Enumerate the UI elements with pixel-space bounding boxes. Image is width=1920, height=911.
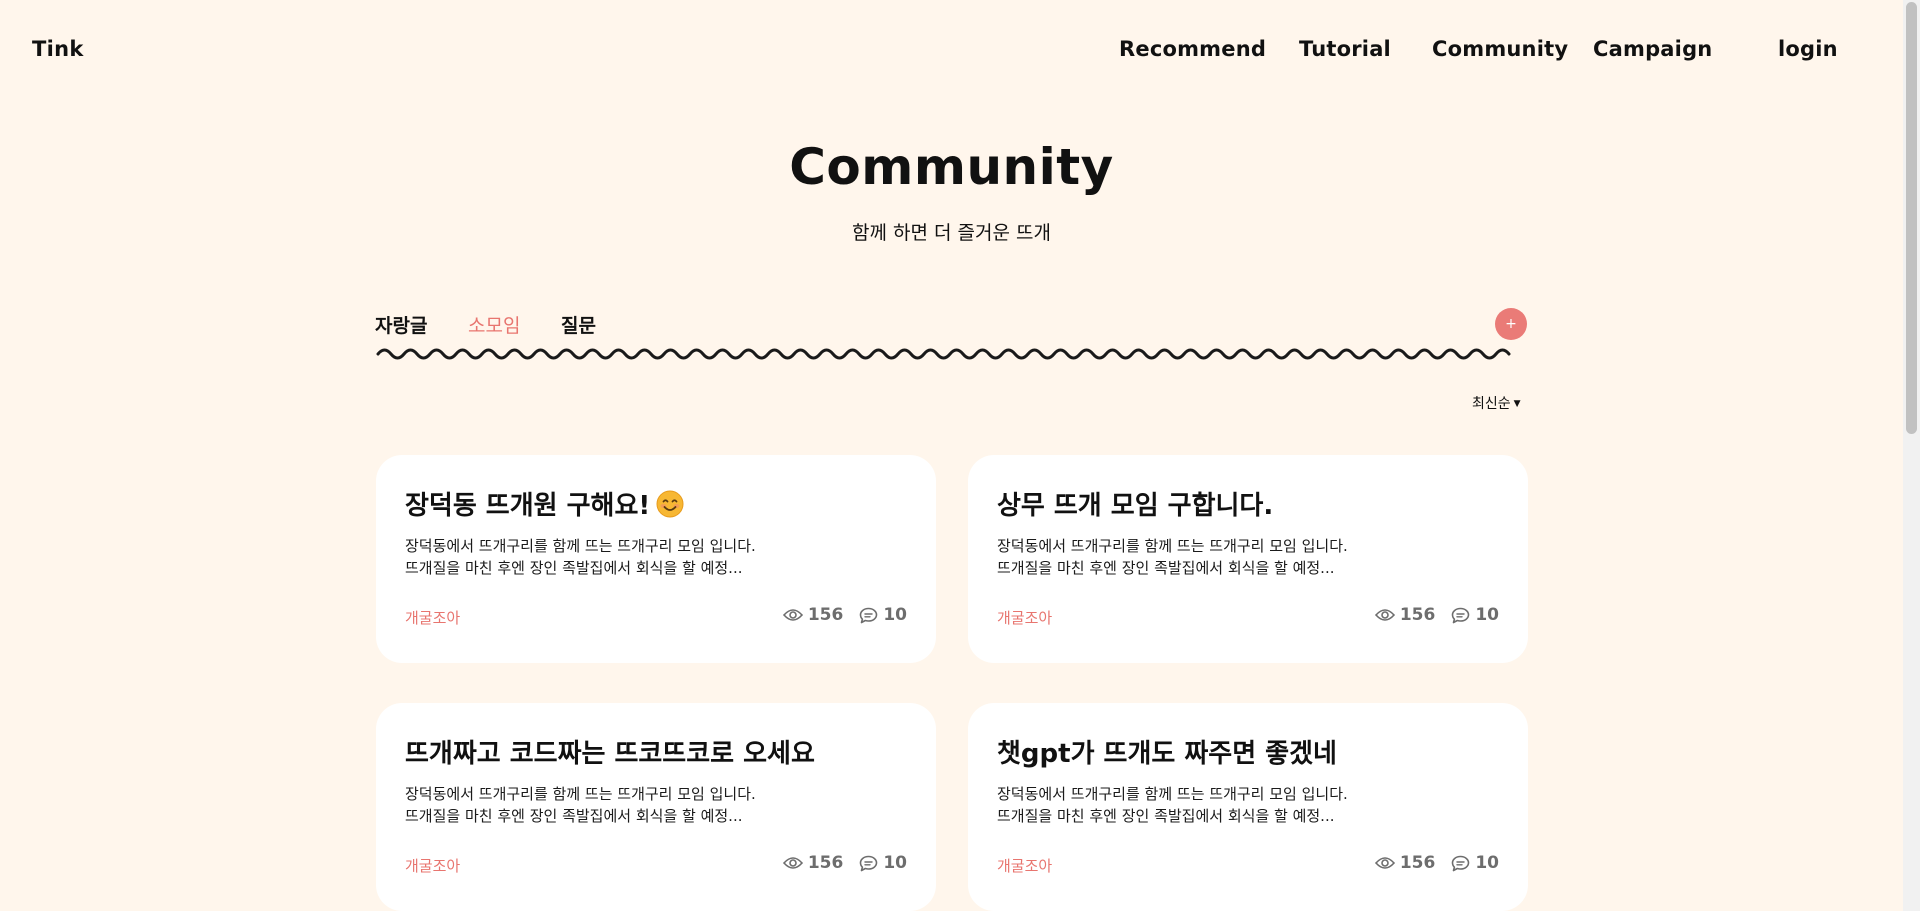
tab-showoff[interactable]: 자랑글 (375, 311, 427, 338)
wavy-divider (376, 348, 1511, 360)
comment-count: 10 (859, 853, 907, 873)
view-count-value: 156 (807, 605, 844, 625)
comment-count-value: 10 (1475, 853, 1499, 873)
post-excerpt: 장덕동에서 뜨개구리를 함께 뜨는 뜨개구리 모임 입니다. 뜨개질을 마친 후… (405, 783, 756, 827)
comment-count-value: 10 (1475, 605, 1499, 625)
post-excerpt-line: 뜨개질을 마친 후엔 장인 족발집에서 회식을 할 예정... (405, 559, 743, 577)
post-excerpt-line: 뜨개질을 마친 후엔 장인 족발집에서 회식을 할 예정... (997, 559, 1335, 577)
nav-login[interactable]: login (1778, 37, 1838, 61)
page-title: Community (789, 138, 1114, 196)
post-title-text: 장덕동 뜨개원 구해요! (405, 491, 651, 521)
post-title: 장덕동 뜨개원 구해요! (405, 485, 684, 522)
post-card[interactable]: 상무 뜨개 모임 구합니다. 장덕동에서 뜨개구리를 함께 뜨는 뜨개구리 모임… (968, 455, 1528, 663)
view-count: 156 (1374, 853, 1436, 873)
post-excerpt: 장덕동에서 뜨개구리를 함께 뜨는 뜨개구리 모임 입니다. 뜨개질을 마친 후… (405, 535, 756, 579)
comment-count: 10 (1451, 853, 1499, 873)
eye-icon (1374, 609, 1395, 621)
caret-down-icon: ▼ (1513, 399, 1521, 409)
header: Tink Recommend Tutorial Community Campai… (0, 0, 1903, 100)
post-title: 챗gpt가 뜨개도 짜주면 좋겠네 (997, 739, 1337, 769)
post-stats: 156 10 (782, 605, 907, 625)
view-count: 156 (782, 853, 844, 873)
post-stats: 156 10 (1374, 605, 1499, 625)
eye-icon (782, 609, 803, 621)
tab-question[interactable]: 질문 (561, 311, 596, 338)
tab-meetup[interactable]: 소모임 (468, 311, 520, 338)
post-title: 상무 뜨개 모임 구합니다. (997, 491, 1274, 521)
post-stats: 156 10 (1374, 853, 1499, 873)
post-card[interactable]: 뜨개짜고 코드짜는 뜨코뜨코로 오세요 장덕동에서 뜨개구리를 함께 뜨는 뜨개… (376, 703, 936, 911)
post-excerpt-line: 뜨개질을 마친 후엔 장인 족발집에서 회식을 할 예정... (405, 807, 743, 825)
post-excerpt: 장덕동에서 뜨개구리를 함께 뜨는 뜨개구리 모임 입니다. 뜨개질을 마친 후… (997, 535, 1348, 579)
post-excerpt-line: 장덕동에서 뜨개구리를 함께 뜨는 뜨개구리 모임 입니다. (997, 537, 1348, 555)
post-author[interactable]: 개굴조아 (405, 855, 460, 876)
post-title: 뜨개짜고 코드짜는 뜨코뜨코로 오세요 (405, 739, 815, 769)
smiling-face-icon (656, 490, 684, 518)
view-count: 156 (1374, 605, 1436, 625)
page: Tink Recommend Tutorial Community Campai… (0, 0, 1903, 911)
vertical-scrollbar[interactable] (1903, 0, 1920, 911)
scrollbar-thumb[interactable] (1906, 2, 1917, 434)
post-author[interactable]: 개굴조아 (997, 855, 1052, 876)
post-author[interactable]: 개굴조아 (405, 607, 460, 628)
nav-tutorial[interactable]: Tutorial (1299, 37, 1391, 61)
page-subtitle: 함께 하면 더 즐거운 뜨개 (852, 222, 1051, 244)
post-card[interactable]: 장덕동 뜨개원 구해요! 장덕동에서 뜨개구리를 함께 뜨는 뜨개구리 모임 입… (376, 455, 936, 663)
sort-dropdown[interactable]: 최신순 ▼ (1472, 393, 1521, 413)
nav-recommend[interactable]: Recommend (1119, 37, 1266, 61)
nav-campaign[interactable]: Campaign (1593, 37, 1712, 61)
sort-label: 최신순 (1472, 396, 1511, 412)
eye-icon (782, 857, 803, 869)
post-excerpt-line: 뜨개질을 마친 후엔 장인 족발집에서 회식을 할 예정... (997, 807, 1335, 825)
view-count: 156 (782, 605, 844, 625)
comment-count-value: 10 (883, 605, 907, 625)
post-author[interactable]: 개굴조아 (997, 607, 1052, 628)
add-post-button[interactable]: + (1495, 308, 1527, 340)
comment-icon (860, 855, 878, 871)
comment-icon (1452, 607, 1470, 623)
view-count-value: 156 (1399, 853, 1436, 873)
post-excerpt: 장덕동에서 뜨개구리를 함께 뜨는 뜨개구리 모임 입니다. 뜨개질을 마친 후… (997, 783, 1348, 827)
comment-count-value: 10 (883, 853, 907, 873)
post-excerpt-line: 장덕동에서 뜨개구리를 함께 뜨는 뜨개구리 모임 입니다. (405, 785, 756, 803)
post-card[interactable]: 챗gpt가 뜨개도 짜주면 좋겠네 장덕동에서 뜨개구리를 함께 뜨는 뜨개구리… (968, 703, 1528, 911)
eye-icon (1374, 857, 1395, 869)
comment-count: 10 (859, 605, 907, 625)
logo[interactable]: Tink (32, 37, 84, 61)
post-excerpt-line: 장덕동에서 뜨개구리를 함께 뜨는 뜨개구리 모임 입니다. (997, 785, 1348, 803)
comment-icon (860, 607, 878, 623)
comment-count: 10 (1451, 605, 1499, 625)
post-stats: 156 10 (782, 853, 907, 873)
nav-community[interactable]: Community (1432, 37, 1568, 61)
post-excerpt-line: 장덕동에서 뜨개구리를 함께 뜨는 뜨개구리 모임 입니다. (405, 537, 756, 555)
view-count-value: 156 (1399, 605, 1436, 625)
comment-icon (1452, 855, 1470, 871)
view-count-value: 156 (807, 853, 844, 873)
